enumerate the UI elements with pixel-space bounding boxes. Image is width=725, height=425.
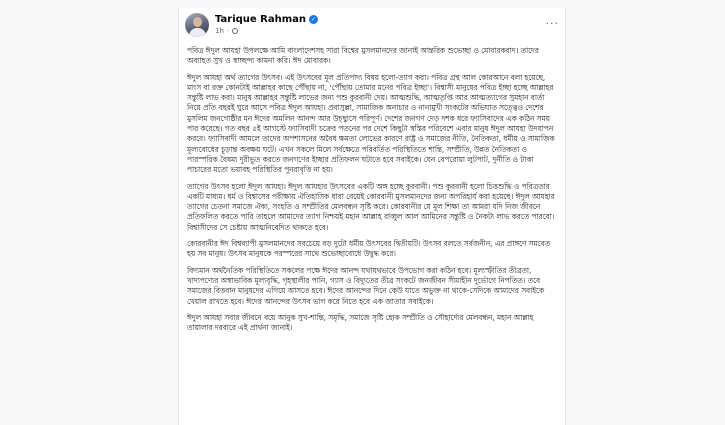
post-paragraph: ত্যাগের উৎসব হলো ঈদুল আযহা। ঈদুল আযহার উ… (187, 181, 555, 232)
more-options-icon[interactable]: ··· (546, 17, 560, 30)
author-avatar[interactable] (185, 13, 209, 37)
post-paragraph: বিদ্যমান অর্থনৈতিক পরিস্থিতিতে সকলের পক্… (187, 265, 545, 306)
post-paragraph: ঈদুল আযহা অর্থ ত্যাগের উৎসব। এই উৎসবের ম… (187, 72, 555, 175)
post-header: Tarique Rahman ✓ 1h · ··· (185, 13, 561, 39)
facebook-post-card: Tarique Rahman ✓ 1h · ··· পবিত্র ঈদুল আয… (178, 8, 566, 425)
author-name[interactable]: Tarique Rahman (215, 14, 306, 25)
author-name-row: Tarique Rahman ✓ (215, 14, 319, 25)
post-time[interactable]: 1h (215, 27, 224, 35)
post-paragraph: ঈদুল আযহা সবার জীবনে বয়ে আনুক সুখ-শান্ত… (187, 312, 534, 333)
globe-icon (232, 28, 239, 34)
post-content: পবিত্র ঈদুল আযহা উপলক্ষে আমি বাংলাদেশসহ … (187, 46, 559, 339)
post-paragraph: পবিত্র ঈদুল আযহা উপলক্ষে আমি বাংলাদেশসহ … (187, 46, 539, 66)
verified-badge-icon: ✓ (309, 15, 319, 24)
post-paragraph: কোরবানীর ঈদ বিশ্বব্যাপী মুসলমানদের সবচেয… (187, 239, 551, 259)
post-meta: 1h · (215, 27, 239, 35)
